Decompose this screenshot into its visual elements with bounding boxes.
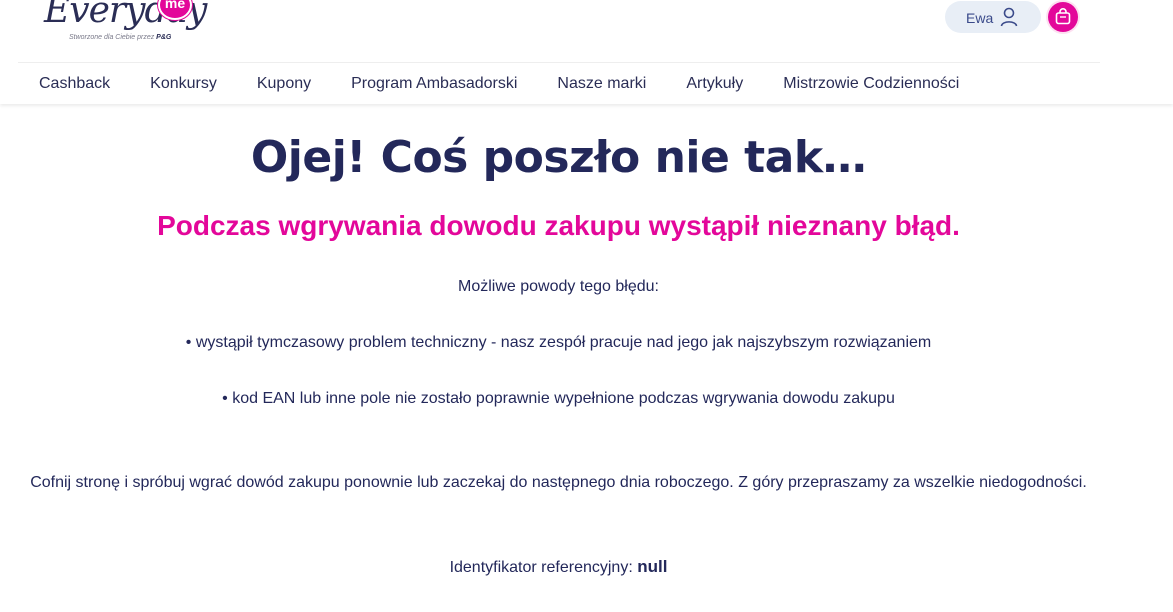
main-nav: Cashback Konkursy Kupony Program Ambasad… <box>19 64 979 104</box>
reason-item: • wystąpił tymczasowy problem techniczny… <box>185 334 932 351</box>
nav-item-artykuly[interactable]: Artykuły <box>666 64 763 104</box>
header-divider <box>18 62 1100 63</box>
nav-item-cashback[interactable]: Cashback <box>19 64 130 104</box>
user-icon <box>1000 7 1018 27</box>
logo-tagline: Stworzone dla Ciebie przez P&G <box>69 34 172 41</box>
user-name: Ewa <box>966 10 994 26</box>
shopping-bag-icon <box>1055 8 1071 25</box>
site-header: Everyday me Stworzone dla Ciebie przez P… <box>0 0 1173 104</box>
reason-item: • kod EAN lub inne pole nie zostało popr… <box>222 390 895 407</box>
reference-value: null <box>637 557 668 576</box>
nav-item-mistrzowie-codziennosci[interactable]: Mistrzowie Codzienności <box>763 64 979 104</box>
error-subtitle: Podczas wgrywania dowodu zakupu wystąpił… <box>157 210 960 241</box>
nav-item-program-ambasadorski[interactable]: Program Ambasadorski <box>331 64 537 104</box>
cart-button[interactable] <box>1048 2 1078 32</box>
advice-text: Cofnij stronę i spróbuj wgrać dowód zaku… <box>30 474 1087 491</box>
reasons-intro: Możliwe powody tego błędu: <box>457 278 659 295</box>
error-title: Ojej! Coś poszło nie tak… <box>250 132 867 183</box>
user-account-button[interactable]: Ewa <box>945 1 1041 33</box>
reference-label: Identyfikator referencyjny: <box>449 559 633 576</box>
everyday-me-logo[interactable]: Everyday me Stworzone dla Ciebie przez P… <box>42 0 207 46</box>
nav-item-nasze-marki[interactable]: Nasze marki <box>537 64 666 104</box>
nav-item-kupony[interactable]: Kupony <box>237 64 331 104</box>
nav-item-konkursy[interactable]: Konkursy <box>130 64 237 104</box>
reference-id: Identyfikator referencyjny: null <box>0 557 1117 577</box>
